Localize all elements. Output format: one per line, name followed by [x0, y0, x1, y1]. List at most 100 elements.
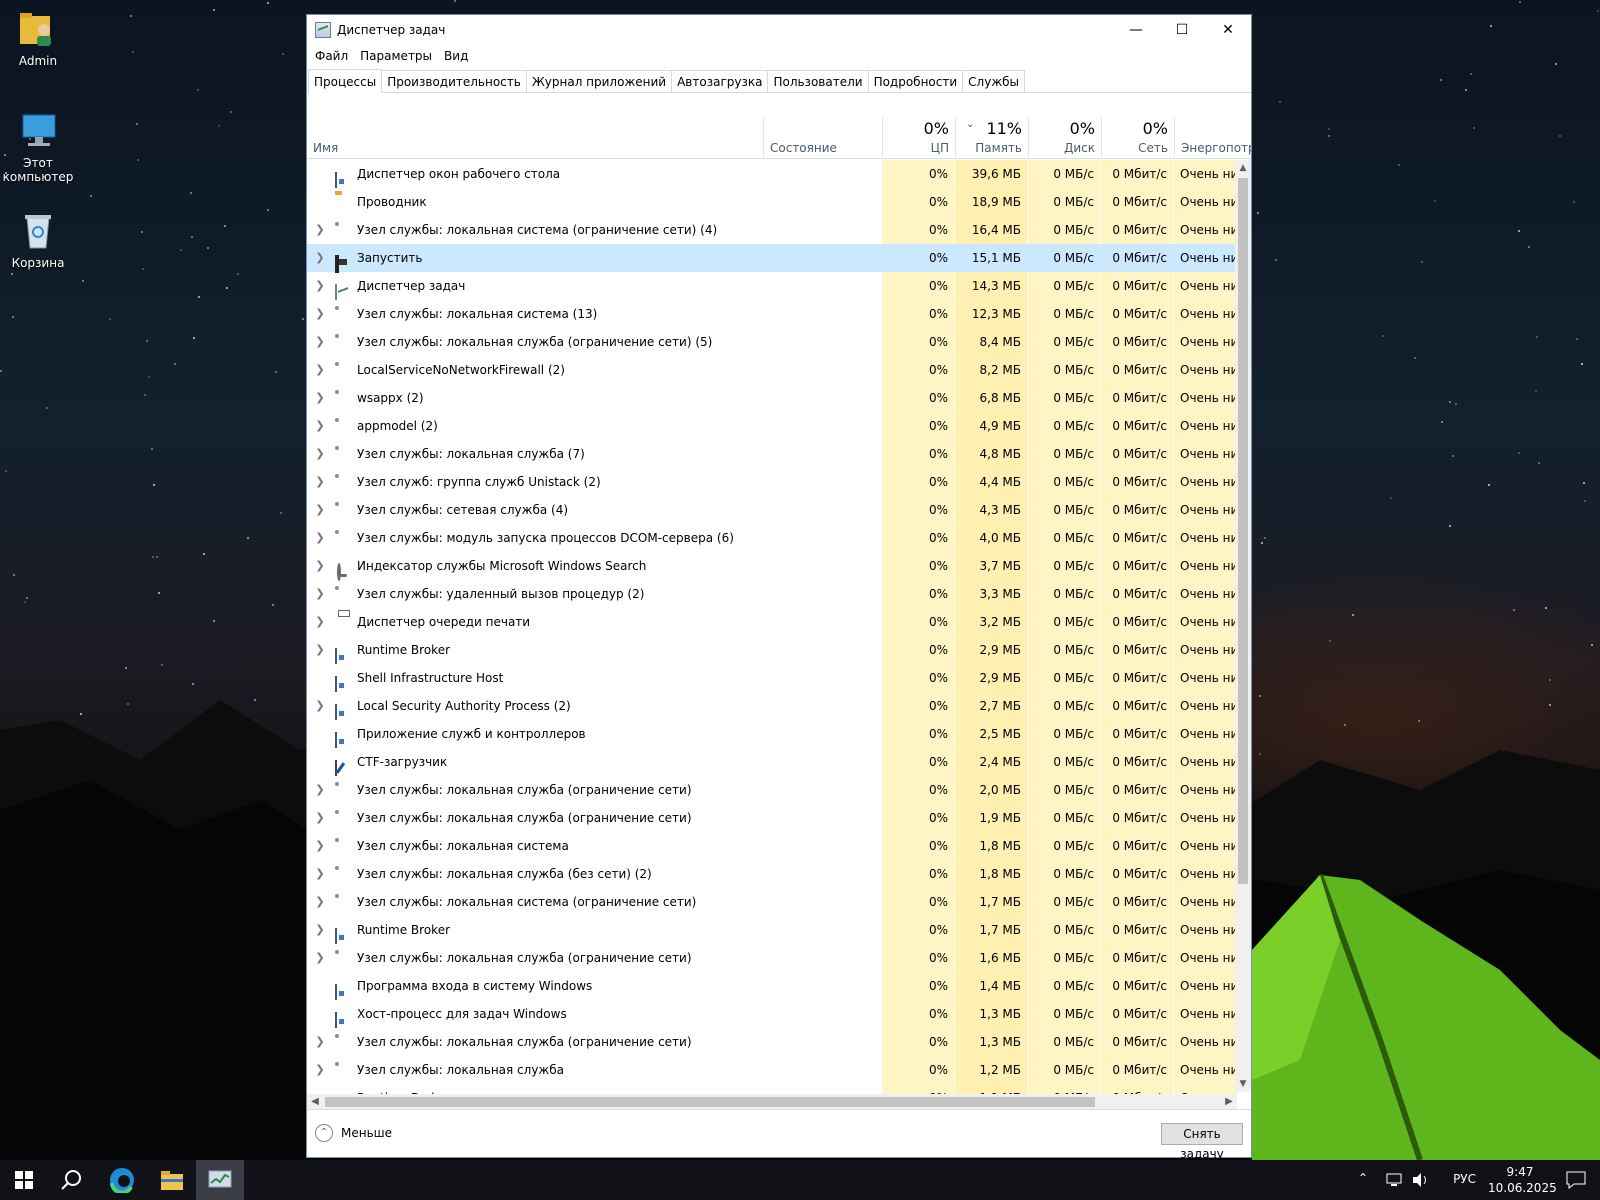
- vertical-scroll-thumb[interactable]: [1238, 178, 1248, 884]
- column-header-cpu[interactable]: 0% ЦП: [882, 117, 955, 159]
- desktop-icon-recycle-bin[interactable]: Корзина: [0, 212, 76, 270]
- expand-chevron-icon[interactable]: ❯: [313, 888, 327, 916]
- show-hidden-icons-chevron-icon[interactable]: ⌃: [1358, 1171, 1368, 1185]
- table-row[interactable]: ❯ Узел службы: модуль запуска процессов D…: [307, 524, 1237, 552]
- expand-chevron-icon[interactable]: ❯: [313, 1028, 327, 1056]
- taskbar-task-manager[interactable]: [196, 1160, 244, 1200]
- table-row[interactable]: Приложение служб и контроллеров 0% 2,5 МБ 0…: [307, 720, 1237, 748]
- table-row[interactable]: Программа входа в систему Windows 0% 1,4 М…: [307, 972, 1237, 1000]
- column-header-state[interactable]: Состояние: [763, 117, 882, 159]
- column-header-memory[interactable]: ⌄ 11% Память: [955, 117, 1028, 159]
- tab-processes[interactable]: Процессы: [308, 69, 383, 93]
- table-row[interactable]: ❯ Узел службы: локальная система 0% 1,8 МБ 0…: [307, 832, 1237, 860]
- table-row[interactable]: ❯ appmodel (2) 0% 4,9 МБ 0 МБ/с 0 Мбит/с Очень…: [307, 412, 1237, 440]
- table-row[interactable]: ❯ Узел службы: сетевая служба (4) 0% 4,3 МБ…: [307, 496, 1237, 524]
- tab-startup[interactable]: Автозагрузка: [671, 70, 769, 92]
- expand-chevron-icon[interactable]: ❯: [313, 468, 327, 496]
- expand-chevron-icon[interactable]: ❯: [313, 580, 327, 608]
- network-icon[interactable]: [1386, 1172, 1404, 1188]
- end-task-button[interactable]: Снять задачу: [1161, 1123, 1243, 1161]
- column-header-disk[interactable]: 0% Диск: [1028, 117, 1101, 159]
- scroll-right-icon[interactable]: ▶: [1221, 1094, 1237, 1110]
- expand-chevron-icon[interactable]: ❯: [313, 356, 327, 384]
- menu-file[interactable]: Файл: [309, 49, 354, 63]
- tab-services[interactable]: Службы: [962, 70, 1026, 92]
- scroll-left-icon[interactable]: ◀: [307, 1094, 323, 1110]
- expand-chevron-icon[interactable]: ❯: [313, 552, 327, 580]
- expand-chevron-icon[interactable]: ❯: [313, 300, 327, 328]
- expand-chevron-icon[interactable]: ❯: [313, 944, 327, 972]
- menu-view[interactable]: Вид: [438, 49, 474, 63]
- expand-chevron-icon[interactable]: ❯: [313, 860, 327, 888]
- column-header-name[interactable]: Имя: [307, 117, 763, 159]
- table-row[interactable]: ❯ LocalServiceNoNetworkFirewall (2) 0% 8,2 …: [307, 356, 1237, 384]
- start-button[interactable]: [0, 1160, 48, 1200]
- search-button[interactable]: [48, 1160, 96, 1200]
- tab-users[interactable]: Пользователи: [767, 70, 869, 92]
- volume-icon[interactable]: [1412, 1172, 1430, 1188]
- expand-chevron-icon[interactable]: ❯: [313, 496, 327, 524]
- table-row[interactable]: ❯ Runtime Broker 0% 2,9 МБ 0 МБ/с 0 Мбит/с Оче…: [307, 636, 1237, 664]
- table-row[interactable]: ❯ Индексатор службы Microsoft Windows Sea…: [307, 552, 1237, 581]
- tab-app-history[interactable]: Журнал приложений: [525, 70, 673, 92]
- taskbar-edge[interactable]: [98, 1160, 146, 1200]
- table-row[interactable]: ❯ Узел службы: локальная служба (7) 0% 4,8 …: [307, 440, 1237, 468]
- table-row[interactable]: ❯ Узел службы: удаленный вызов процедур (…: [307, 580, 1237, 608]
- table-row[interactable]: ❯ Узел службы: локальная служба (ограниче…: [307, 776, 1237, 804]
- expand-chevron-icon[interactable]: ❯: [313, 636, 327, 664]
- table-row[interactable]: ❯ Узел службы: локальная служба 0% 1,2 МБ 0 …: [307, 1056, 1237, 1084]
- expand-chevron-icon[interactable]: ❯: [313, 1056, 327, 1084]
- table-row[interactable]: ❯ Узел службы: локальная система (огранич…: [307, 888, 1237, 916]
- table-row[interactable]: ❯ Local Security Authority Process (2) 0% 2…: [307, 692, 1237, 720]
- table-row[interactable]: CTF-загрузчик 0% 2,4 МБ 0 МБ/с 0 Мбит/с Очень…: [307, 748, 1237, 776]
- table-row[interactable]: ❯ Узел службы: локальная служба (ограниче…: [307, 328, 1237, 356]
- table-row[interactable]: ❯ Узел службы: локальная служба (без сети…: [307, 860, 1237, 888]
- horizontal-scrollbar[interactable]: ◀ ▶: [307, 1094, 1237, 1110]
- expand-chevron-icon[interactable]: ❯: [313, 804, 327, 832]
- table-row[interactable]: ❯ Диспетчер задач 0% 14,3 МБ 0 МБ/с 0 Мбит/с О…: [307, 272, 1237, 300]
- minimize-button[interactable]: —: [1113, 15, 1159, 45]
- table-row[interactable]: ❯ Узел служб: группа служб Unistack (2) 0%…: [307, 468, 1237, 496]
- table-row[interactable]: ❯ wsappx (2) 0% 6,8 МБ 0 МБ/с 0 Мбит/с Очень н…: [307, 384, 1237, 412]
- menu-options[interactable]: Параметры: [354, 49, 438, 63]
- scroll-up-icon[interactable]: ▲: [1235, 160, 1251, 176]
- expand-chevron-icon[interactable]: ❯: [313, 832, 327, 860]
- maximize-button[interactable]: ☐: [1159, 15, 1205, 45]
- expand-chevron-icon[interactable]: ❯: [313, 608, 327, 636]
- table-row[interactable]: ❯ Запустить 0% 15,1 МБ 0 МБ/с 0 Мбит/с Очень н…: [307, 244, 1237, 273]
- expand-chevron-icon[interactable]: ❯: [313, 244, 327, 272]
- table-row[interactable]: Shell Infrastructure Host 0% 2,9 МБ 0 МБ/с 0…: [307, 664, 1237, 692]
- tab-details[interactable]: Подробности: [867, 70, 964, 92]
- table-row[interactable]: ❯ Узел службы: локальная система (огранич…: [307, 216, 1237, 244]
- input-language-indicator[interactable]: РУС: [1453, 1172, 1476, 1186]
- table-row[interactable]: ❯ Runtime Broker 0% 1,7 МБ 0 МБ/с 0 Мбит/с Оче…: [307, 916, 1237, 944]
- scroll-down-icon[interactable]: ▼: [1235, 1076, 1251, 1092]
- desktop-icon-admin[interactable]: Admin: [0, 10, 76, 68]
- table-row[interactable]: ❯ Узел службы: локальная служба (ограниче…: [307, 1028, 1237, 1056]
- expand-chevron-icon[interactable]: ❯: [313, 524, 327, 552]
- vertical-scrollbar[interactable]: ▲ ▼: [1235, 160, 1251, 1092]
- expand-chevron-icon[interactable]: ❯: [313, 272, 327, 300]
- table-row[interactable]: Проводник 0% 18,9 МБ 0 МБ/с 0 Мбит/с Очень ни…: [307, 188, 1237, 216]
- notifications-icon[interactable]: [1566, 1171, 1586, 1189]
- table-row[interactable]: ❯ Диспетчер очереди печати 0% 3,2 МБ 0 МБ/с 0…: [307, 608, 1237, 636]
- title-bar[interactable]: Диспетчер задач — ☐ ✕: [307, 15, 1251, 45]
- table-row[interactable]: ❯ Узел службы: локальная служба (ограниче…: [307, 804, 1237, 832]
- expand-chevron-icon[interactable]: ❯: [313, 412, 327, 440]
- expand-chevron-icon[interactable]: ❯: [313, 776, 327, 804]
- expand-chevron-icon[interactable]: ❯: [313, 216, 327, 244]
- table-row[interactable]: ❯ Узел службы: локальная служба (ограниче…: [307, 944, 1237, 972]
- table-row[interactable]: ❯ Узел службы: локальная система (13) 0% 12…: [307, 300, 1237, 328]
- tab-performance[interactable]: Производительность: [381, 70, 527, 92]
- taskbar-file-explorer[interactable]: [148, 1160, 196, 1200]
- taskbar-clock[interactable]: 9:47 10.06.2025: [1488, 1164, 1557, 1196]
- expand-chevron-icon[interactable]: ❯: [313, 916, 327, 944]
- expand-chevron-icon[interactable]: ❯: [313, 692, 327, 720]
- expand-chevron-icon[interactable]: ❯: [313, 440, 327, 468]
- close-button[interactable]: ✕: [1205, 15, 1251, 45]
- expand-chevron-icon[interactable]: ❯: [313, 328, 327, 356]
- table-row[interactable]: Хост-процесс для задач Windows 0% 1,3 МБ 0 …: [307, 1000, 1237, 1028]
- column-header-network[interactable]: 0% Сеть: [1101, 117, 1174, 159]
- table-row[interactable]: Диспетчер окон рабочего стола 0% 39,6 МБ 0 …: [307, 160, 1237, 188]
- expand-chevron-icon[interactable]: ❯: [313, 384, 327, 412]
